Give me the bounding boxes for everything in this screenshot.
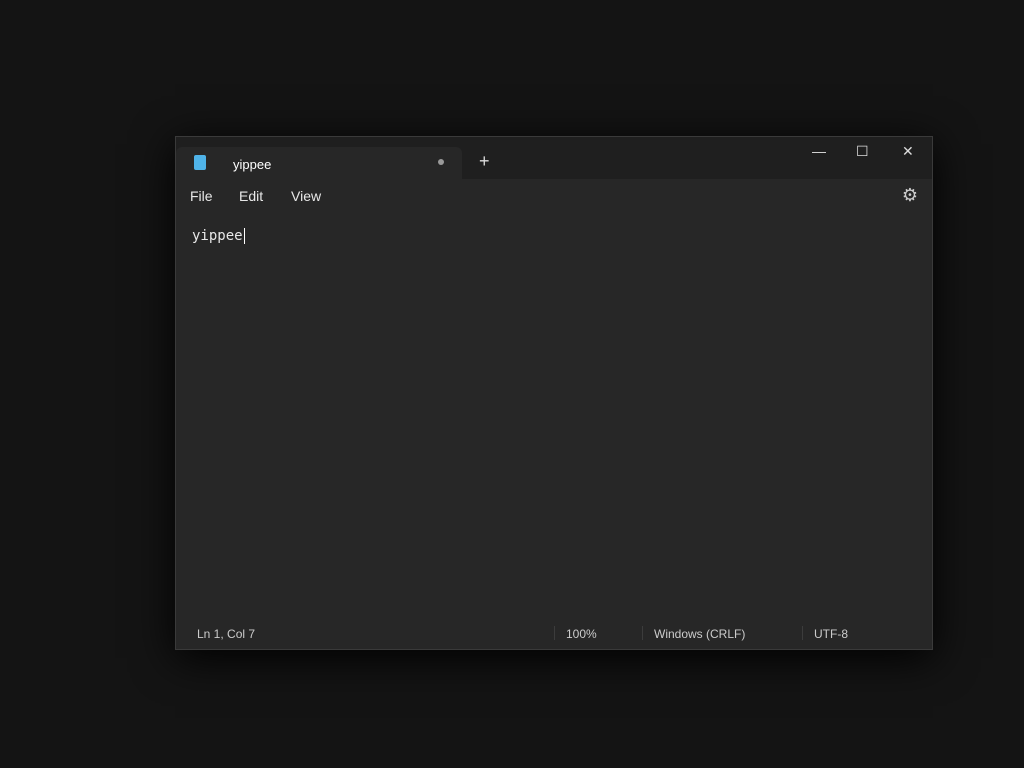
tab-title: yippee [233,157,272,172]
maximize-button[interactable]: ☐ [856,143,869,160]
menu-view[interactable]: View [291,188,321,204]
zoom-level[interactable]: 100% [566,627,597,641]
new-tab-button[interactable]: + [479,151,490,172]
editor-text[interactable]: yippee [192,228,245,244]
menu-bar: File Edit View ⚙ [176,179,932,213]
unsaved-dot-icon[interactable] [438,159,444,165]
notepad-window: yippee + — ☐ ✕ File Edit View ⚙ yippee L… [175,136,933,650]
line-ending[interactable]: Windows (CRLF) [654,627,745,641]
tab-yippee[interactable]: yippee [176,147,462,179]
settings-gear-icon[interactable]: ⚙ [902,185,918,206]
cursor-position: Ln 1, Col 7 [197,627,256,641]
divider [802,626,803,640]
menu-edit[interactable]: Edit [239,188,263,204]
status-bar: Ln 1, Col 7 100% Windows (CRLF) UTF-8 [176,619,932,649]
minimize-button[interactable]: — [812,143,826,159]
menu-file[interactable]: File [190,188,213,204]
divider [642,626,643,640]
notepad-icon [194,155,206,170]
divider [554,626,555,640]
title-bar: yippee + — ☐ ✕ [176,137,932,179]
close-button[interactable]: ✕ [902,143,914,160]
encoding[interactable]: UTF-8 [814,627,848,641]
